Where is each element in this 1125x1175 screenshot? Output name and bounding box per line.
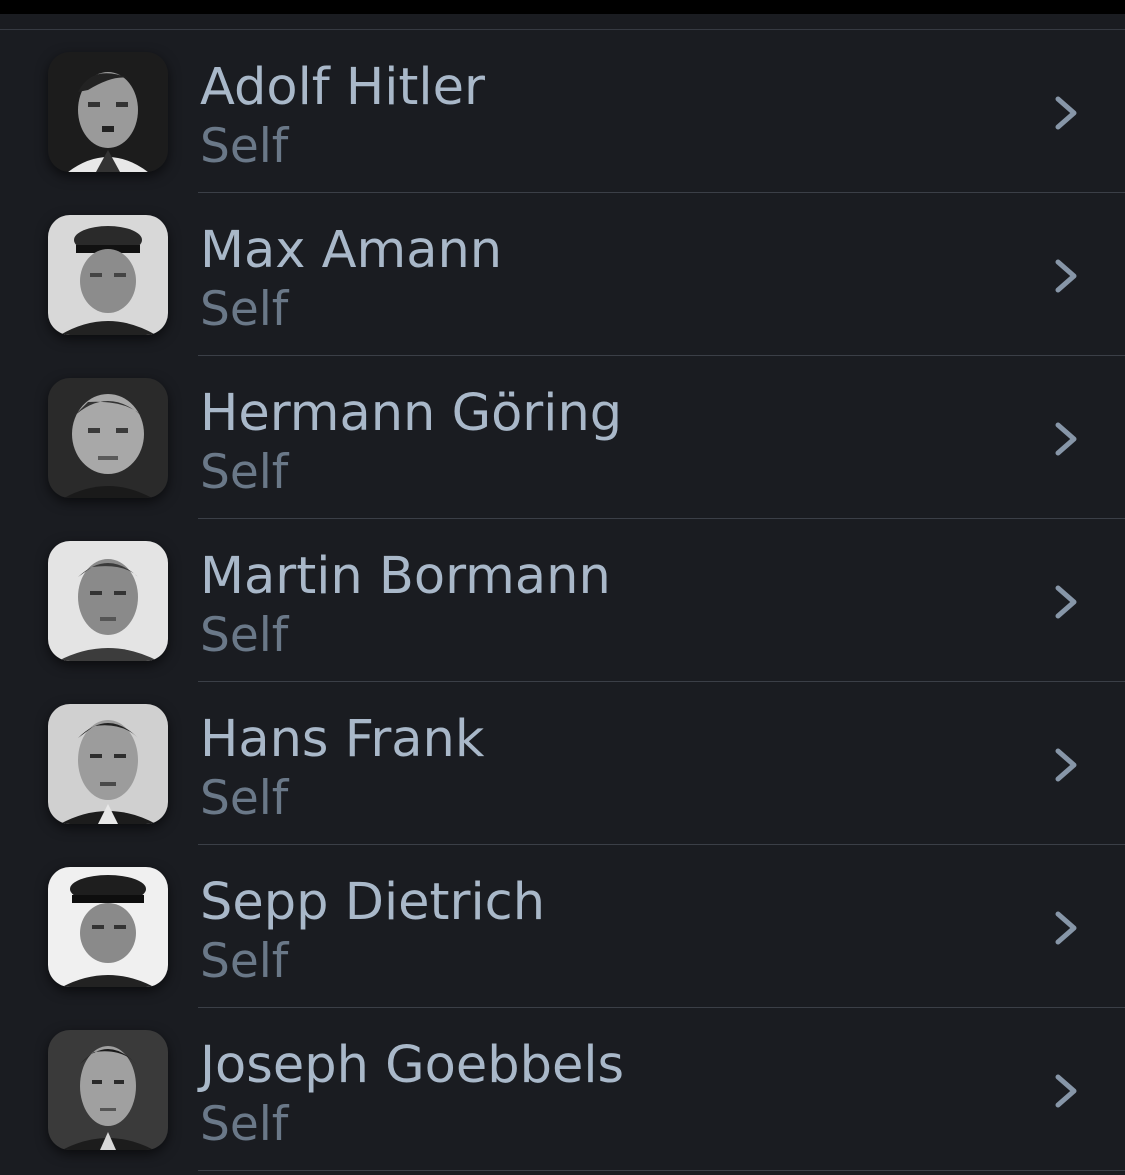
cast-role: Self bbox=[200, 282, 289, 337]
cast-role: Self bbox=[200, 771, 289, 826]
cast-name: Hermann Göring bbox=[200, 384, 623, 443]
cast-row[interactable]: Sepp Dietrich Self bbox=[0, 845, 1125, 1008]
cast-row[interactable]: Martin Bormann Self bbox=[0, 519, 1125, 682]
chevron-right-icon bbox=[1055, 259, 1077, 293]
cast-row[interactable]: Joseph Goebbels Self bbox=[0, 1008, 1125, 1171]
person-photo-icon bbox=[48, 867, 168, 987]
cast-name: Max Amann bbox=[200, 221, 503, 280]
cast-row[interactable]: Hermann Göring Self bbox=[0, 356, 1125, 519]
cast-role: Self bbox=[200, 445, 289, 500]
cast-name: Martin Bormann bbox=[200, 547, 611, 606]
top-bar bbox=[0, 0, 1125, 14]
cast-row[interactable]: Max Amann Self bbox=[0, 193, 1125, 356]
person-photo-icon bbox=[48, 704, 168, 824]
chevron-right-icon bbox=[1055, 911, 1077, 945]
row-divider bbox=[198, 1170, 1125, 1171]
chevron-right-icon bbox=[1055, 422, 1077, 456]
cast-list: Adolf Hitler Self Max Amann Self Hermann… bbox=[0, 30, 1125, 1171]
cast-name: Sepp Dietrich bbox=[200, 873, 546, 932]
chevron-right-icon bbox=[1055, 96, 1077, 130]
cast-row[interactable]: Adolf Hitler Self bbox=[0, 30, 1125, 193]
cast-row[interactable]: Hans Frank Self bbox=[0, 682, 1125, 845]
chevron-right-icon bbox=[1055, 748, 1077, 782]
cast-role: Self bbox=[200, 608, 289, 663]
person-photo-icon bbox=[48, 1030, 168, 1150]
cast-role: Self bbox=[200, 119, 289, 174]
person-photo-icon bbox=[48, 52, 168, 172]
chevron-right-icon bbox=[1055, 585, 1077, 619]
person-photo-icon bbox=[48, 378, 168, 498]
cast-name: Joseph Goebbels bbox=[200, 1036, 625, 1095]
cast-name: Hans Frank bbox=[200, 710, 485, 769]
chevron-right-icon bbox=[1055, 1074, 1077, 1108]
person-photo-icon bbox=[48, 215, 168, 335]
cast-role: Self bbox=[200, 1097, 289, 1152]
cast-role: Self bbox=[200, 934, 289, 989]
person-photo-icon bbox=[48, 541, 168, 661]
cast-name: Adolf Hitler bbox=[200, 58, 485, 117]
